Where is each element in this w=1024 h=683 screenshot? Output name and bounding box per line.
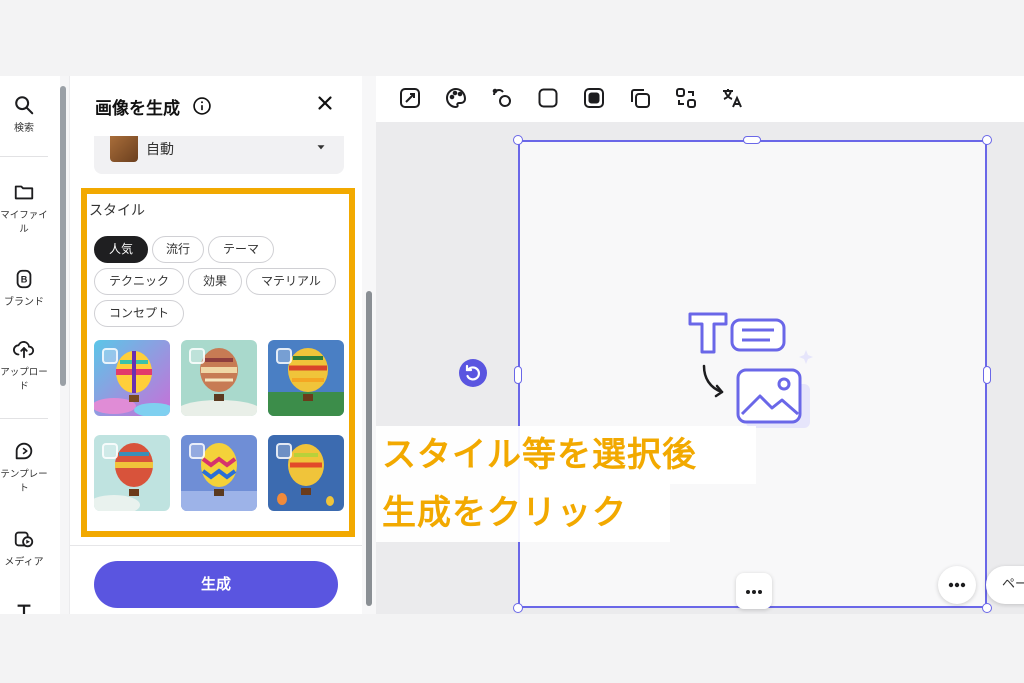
style-tile[interactable]: [268, 340, 344, 416]
rail-scrollbar[interactable]: [60, 86, 66, 386]
rail-label-templates: テンプレート: [0, 469, 48, 494]
rotate-icon: [465, 364, 480, 381]
style-tile[interactable]: [181, 435, 257, 511]
rail-label-search: 検索: [14, 123, 34, 134]
upload-icon: [13, 341, 35, 359]
panel-divider: [70, 545, 362, 546]
generate-button[interactable]: 生成: [94, 561, 338, 608]
template-icon: [15, 442, 33, 460]
select-checkbox[interactable]: [189, 443, 205, 459]
select-checkbox[interactable]: [102, 348, 118, 364]
rotate-handle[interactable]: [459, 359, 487, 387]
chevron-down-icon: [317, 145, 325, 150]
media-icon: [14, 531, 34, 548]
annotation-line-1: スタイル等を選択後: [376, 426, 756, 484]
panel-title: 画像を生成: [95, 99, 180, 119]
palette-icon[interactable]: [444, 86, 468, 110]
resize-handle[interactable]: [513, 135, 523, 145]
page-indicator[interactable]: ペー: [986, 566, 1024, 604]
annotation-line-2: 生成をクリック: [376, 484, 670, 542]
resize-handle[interactable]: [514, 366, 522, 384]
left-rail: 検索 マイファイル B ブランド アップロード テンプレート メディア: [0, 76, 60, 614]
select-checkbox[interactable]: [189, 348, 205, 364]
rail-item-media[interactable]: メディア: [0, 528, 48, 570]
shapes-icon[interactable]: [490, 86, 514, 110]
brand-icon: B: [16, 269, 32, 289]
rail-label-media: メディア: [4, 557, 44, 568]
style-preset-dropdown[interactable]: 自動: [94, 136, 344, 174]
style-tile[interactable]: [181, 340, 257, 416]
select-checkbox[interactable]: [276, 348, 292, 364]
canvas-toolbar: [376, 76, 1024, 122]
rail-item-files[interactable]: マイファイル: [0, 181, 48, 237]
magic-resize-icon[interactable]: [398, 86, 422, 110]
page-more-button[interactable]: [938, 566, 976, 604]
chip-theme[interactable]: テーマ: [208, 236, 274, 263]
style-tile[interactable]: [268, 435, 344, 511]
duplicate-icon[interactable]: [628, 86, 652, 110]
rail-label-files: マイファイル: [0, 210, 48, 235]
panel-scrollbar[interactable]: [366, 291, 372, 606]
rail-divider: [0, 156, 48, 157]
rail-item-text[interactable]: [0, 602, 48, 614]
text-icon: [17, 604, 31, 614]
element-more-button[interactable]: [736, 573, 772, 609]
rail-divider: [0, 418, 48, 419]
rail-item-templates[interactable]: テンプレート: [0, 440, 48, 496]
folder-icon: [14, 185, 34, 200]
chip-popular[interactable]: 人気: [94, 236, 148, 263]
style-tile[interactable]: [94, 340, 170, 416]
chip-effect[interactable]: 効果: [188, 268, 242, 295]
swap-icon[interactable]: [674, 86, 698, 110]
more-horizontal-icon: [746, 590, 762, 594]
rail-item-brand[interactable]: B ブランド: [0, 268, 48, 310]
info-icon[interactable]: [192, 96, 212, 116]
rail-label-upload: アップロード: [0, 367, 48, 392]
select-checkbox[interactable]: [276, 443, 292, 459]
resize-handle[interactable]: [513, 603, 523, 613]
translate-icon[interactable]: [720, 86, 744, 110]
preset-thumbnail: [110, 136, 138, 162]
panel-header: 画像を生成: [70, 76, 362, 136]
dropdown-value: 自動: [146, 142, 174, 158]
resize-handle[interactable]: [743, 136, 761, 144]
generate-image-panel: 画像を生成 自動 スタイル 人気 流行 テーマ テクニック 効果 マテリアル コ…: [70, 76, 362, 614]
svg-text:B: B: [21, 275, 28, 285]
resize-handle[interactable]: [982, 603, 992, 613]
rail-label-brand: ブランド: [4, 297, 44, 308]
editor-app: 検索 マイファイル B ブランド アップロード テンプレート メディア 画像を生…: [0, 76, 1024, 614]
rail-item-upload[interactable]: アップロード: [0, 338, 48, 394]
select-checkbox[interactable]: [102, 443, 118, 459]
border-icon[interactable]: [536, 86, 560, 110]
search-icon: [15, 96, 34, 115]
resize-handle[interactable]: [983, 366, 991, 384]
resize-handle[interactable]: [982, 135, 992, 145]
style-heading: スタイル: [89, 203, 145, 219]
chip-trending[interactable]: 流行: [152, 236, 204, 263]
mask-icon[interactable]: [582, 86, 606, 110]
rail-item-search[interactable]: 検索: [0, 94, 48, 136]
chip-technique[interactable]: テクニック: [94, 268, 184, 295]
more-horizontal-icon: [948, 582, 966, 588]
chip-concept[interactable]: コンセプト: [94, 300, 184, 327]
chip-material[interactable]: マテリアル: [246, 268, 336, 295]
close-icon[interactable]: [314, 92, 336, 114]
style-tile[interactable]: [94, 435, 170, 511]
